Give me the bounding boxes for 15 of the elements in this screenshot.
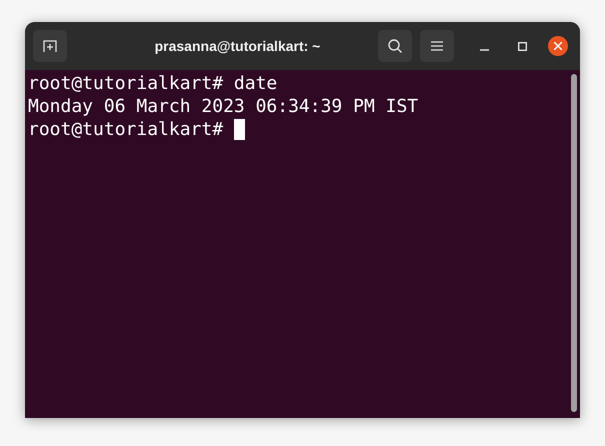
minimize-icon [480,48,488,50]
close-icon [554,42,562,50]
maximize-icon [518,42,526,50]
menu-icon [431,41,443,51]
menu-button[interactable] [420,30,454,62]
prompt-line: root@tutorialkart# [28,118,224,141]
scrollbar[interactable] [571,74,577,412]
search-icon [387,38,403,54]
new-tab-icon [42,38,58,54]
new-tab-button[interactable] [33,30,67,62]
prompt-line: root@tutorialkart# date [28,72,278,95]
window-title: prasanna@tutorialkart: ~ [154,36,322,56]
close-button[interactable] [548,36,568,56]
search-button[interactable] [378,30,412,62]
output-line: Monday 06 March 2023 06:34:39 PM IST [28,95,418,118]
